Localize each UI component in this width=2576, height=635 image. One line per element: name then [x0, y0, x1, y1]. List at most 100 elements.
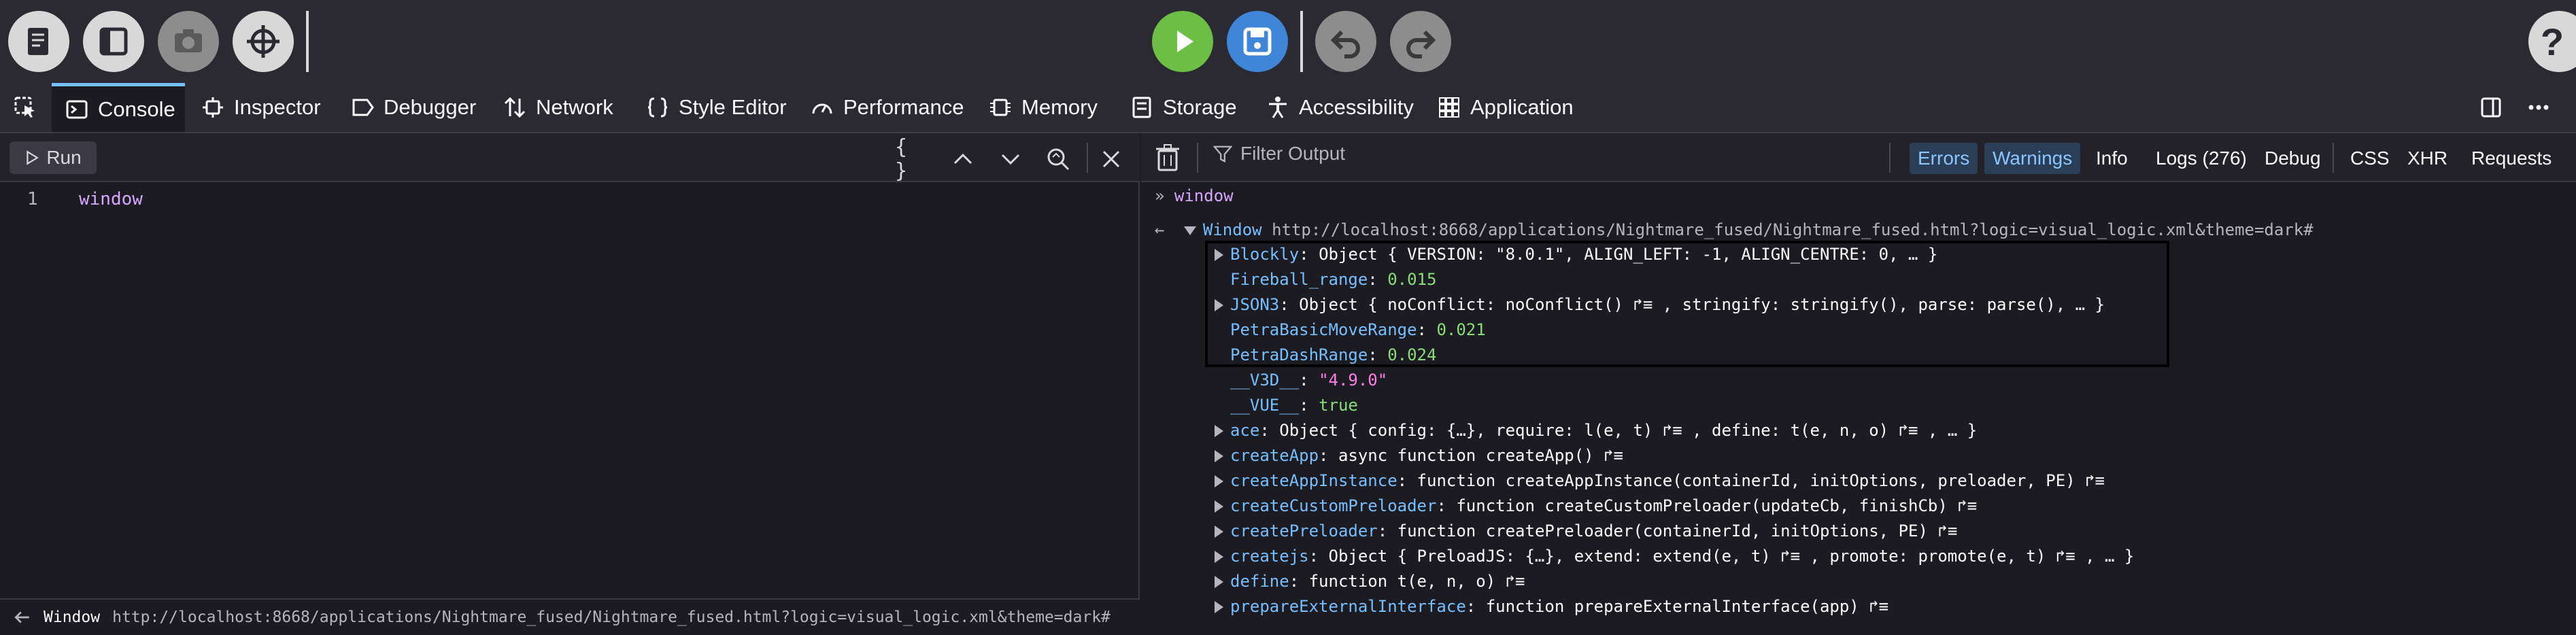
expand-arrow-icon[interactable]: [1215, 475, 1223, 487]
filter-css[interactable]: CSS: [2342, 143, 2398, 174]
code-line[interactable]: window: [79, 189, 143, 209]
property-row[interactable]: __V3D__: "4.9.0": [1215, 371, 1387, 390]
filter-requests[interactable]: Requests: [2463, 143, 2560, 174]
reverse-search-icon[interactable]: [1043, 144, 1073, 174]
redo-icon[interactable]: [1390, 11, 1451, 72]
tab-network[interactable]: Network: [503, 83, 613, 132]
help-icon[interactable]: ?: [2528, 11, 2576, 72]
filter-xhr[interactable]: XHR: [2399, 143, 2456, 174]
expand-arrow-icon[interactable]: [1215, 526, 1223, 538]
filter-logs[interactable]: Logs (276): [2148, 143, 2255, 174]
pretty-print-button[interactable]: { }: [895, 135, 925, 183]
editor-result-preview: Window http://localhost:8668/application…: [0, 598, 1140, 635]
property-value: function createCustomPreloader(updateCb,…: [1456, 496, 1978, 515]
tab-label: Performance: [843, 95, 964, 119]
property-separator: :: [1368, 270, 1388, 289]
tab-console[interactable]: Console: [52, 83, 185, 132]
expand-arrow-icon[interactable]: [1215, 500, 1223, 513]
camera-icon[interactable]: [158, 11, 219, 72]
expand-arrow-icon[interactable]: [1215, 576, 1223, 588]
devtools-tabbar: Console Inspector Debugger Network Style…: [0, 83, 2576, 133]
property-row[interactable]: ace: Object { config: {…}, require: l(e,…: [1215, 421, 1977, 440]
tab-memory[interactable]: Memory: [989, 83, 1098, 132]
undo-icon[interactable]: [1315, 11, 1376, 72]
more-options-icon[interactable]: [2527, 83, 2557, 132]
run-icon: [27, 150, 39, 165]
property-separator: :: [1417, 320, 1437, 339]
tab-accessibility[interactable]: Accessibility: [1266, 83, 1414, 132]
filter-errors[interactable]: Errors: [1910, 143, 1978, 174]
filter-output-input[interactable]: Filter Output: [1213, 143, 1345, 165]
expand-arrow-icon[interactable]: [1215, 425, 1223, 437]
close-editor-icon[interactable]: [1096, 144, 1126, 174]
tab-debugger[interactable]: Debugger: [351, 83, 476, 132]
result-type: Window: [44, 608, 101, 626]
trash-icon[interactable]: [1156, 144, 1179, 175]
property-value: 0.021: [1436, 320, 1486, 339]
property-row[interactable]: createApp: async function createApp() ↱≡: [1215, 446, 1623, 465]
tab-storage[interactable]: Storage: [1130, 83, 1237, 132]
property-value: Object { config: {…}, require: l(e, t) ↱…: [1279, 421, 1978, 440]
property-value: Object { noConflict: noConflict() ↱≡ , s…: [1299, 295, 2105, 314]
pretty-print-label: { }: [895, 135, 908, 183]
property-separator: :: [1319, 446, 1338, 465]
result-row[interactable]: ← Window http://localhost:8668/applicati…: [1155, 220, 2314, 239]
tab-inspector[interactable]: Inspector: [201, 83, 321, 132]
property-row[interactable]: createjs: Object { PreloadJS: {…}, exten…: [1215, 547, 2134, 566]
property-row[interactable]: JSON3: Object { noConflict: noConflict()…: [1215, 295, 2105, 314]
history-down-icon[interactable]: [996, 144, 1026, 174]
property-name: createCustomPreloader: [1230, 496, 1437, 515]
save-icon[interactable]: [1227, 11, 1288, 72]
multiline-editor[interactable]: Run { } 1 window Window http://localhost…: [0, 133, 1140, 635]
expand-arrow-icon[interactable]: [1215, 450, 1223, 462]
property-row[interactable]: createPreloader: function createPreloade…: [1215, 521, 1957, 540]
property-row[interactable]: PetraBasicMoveRange: 0.021: [1215, 320, 1486, 339]
property-name: createApp: [1230, 446, 1319, 465]
property-name: PetraDashRange: [1230, 345, 1368, 364]
tab-label: Network: [536, 95, 613, 119]
property-separator: :: [1299, 396, 1319, 415]
filter-warnings[interactable]: Warnings: [1984, 143, 2081, 174]
dock-toggle-icon[interactable]: [2479, 83, 2509, 132]
crosshair-icon[interactable]: [233, 11, 294, 72]
property-name: createPreloader: [1230, 521, 1378, 540]
filter-info[interactable]: Info: [2088, 143, 2136, 174]
expand-arrow-icon[interactable]: [1215, 601, 1223, 613]
history-up-icon[interactable]: [948, 144, 978, 174]
expand-arrow-icon[interactable]: [1215, 299, 1223, 311]
property-row[interactable]: PetraDashRange: 0.024: [1215, 345, 1436, 364]
expand-arrow-icon[interactable]: [1215, 551, 1223, 563]
play-icon[interactable]: [1152, 11, 1213, 72]
console-output: Filter Output Errors Warnings Info Logs …: [1141, 133, 2576, 635]
property-row[interactable]: createAppInstance: function createAppIns…: [1215, 471, 2105, 490]
filter-debug[interactable]: Debug: [2256, 143, 2329, 174]
run-button[interactable]: Run: [10, 141, 97, 174]
tab-performance[interactable]: Performance: [811, 83, 964, 132]
debugger-icon: [352, 99, 374, 116]
property-row[interactable]: Blockly: Object { VERSION: "8.0.1", ALIG…: [1215, 245, 1937, 264]
memory-icon: [990, 99, 1011, 116]
property-separator: :: [1289, 572, 1309, 591]
book-icon[interactable]: [8, 11, 69, 72]
property-name: prepareExternalInterface: [1230, 597, 1466, 616]
result-url: http://localhost:8668/applications/Night…: [112, 608, 1111, 626]
property-row[interactable]: createCustomPreloader: function createCu…: [1215, 496, 1977, 515]
tab-style-editor[interactable]: Style Editor: [646, 83, 787, 132]
element-picker-icon[interactable]: [8, 83, 42, 132]
network-icon: [504, 97, 526, 118]
accessibility-icon: [1269, 97, 1287, 118]
property-row[interactable]: prepareExternalInterface: function prepa…: [1215, 597, 1888, 616]
property-value: Object { PreloadJS: {…}, extend: extend(…: [1328, 547, 2135, 566]
tab-application[interactable]: Application: [1438, 83, 1574, 132]
top-toolbar: ?: [0, 0, 2576, 83]
expand-arrow-icon[interactable]: [1215, 249, 1223, 261]
property-row[interactable]: __VUE__: true: [1215, 396, 1358, 415]
property-name: PetraBasicMoveRange: [1230, 320, 1417, 339]
property-row[interactable]: define: function t(e, n, o) ↱≡: [1215, 572, 1525, 591]
property-row[interactable]: Fireball_range: 0.015: [1215, 270, 1436, 289]
expand-arrow-icon[interactable]: [1183, 226, 1196, 235]
property-value: Object { VERSION: "8.0.1", ALIGN_LEFT: -…: [1319, 245, 1938, 264]
panel-icon[interactable]: [83, 11, 144, 72]
style-editor-icon: [647, 97, 668, 118]
property-name: __VUE__: [1230, 396, 1300, 415]
